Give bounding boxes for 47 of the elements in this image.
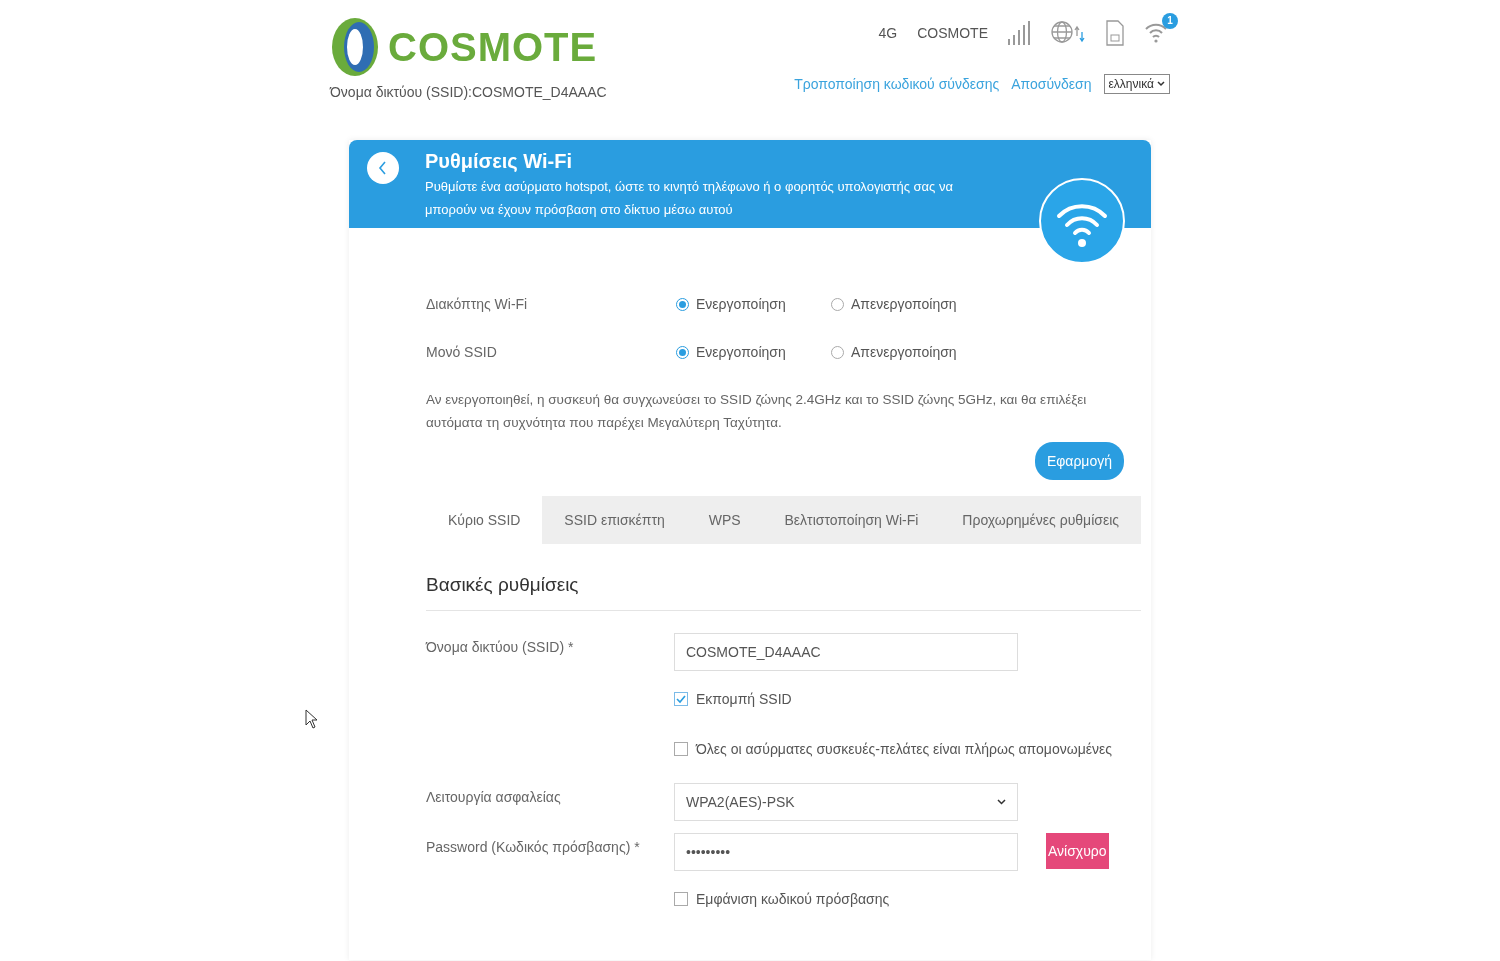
- radio-option[interactable]: Απενεργοποίηση: [831, 296, 986, 312]
- option-label: Ενεργοποίηση: [696, 296, 786, 312]
- notification-badge: 1: [1162, 12, 1178, 29]
- language-dropdown[interactable]: ελληνικά: [1103, 74, 1170, 94]
- logo-icon: [330, 16, 380, 78]
- checkbox-label: Όλες οι ασύρματες συσκευές-πελάτες είναι πλήρως απομονωμένες: [696, 741, 1112, 757]
- field-label: Όνομα δικτύου (SSID) *: [426, 638, 575, 655]
- tab[interactable]: SSID επισκέπτη: [542, 496, 687, 544]
- checkbox[interactable]: [674, 692, 688, 706]
- info-text: Αν ενεργοποιηθεί, η συσκευή θα συγχωνεύσει το SSID ζώνης 2.4GHz και το SSID ζώνης 5GHz, και θα επιλέξει αυτόματα τη συχνότητα που παρέχει Μεγαλύτερη Ταχύτητα.: [426, 391, 1088, 432]
- checkbox-label: Εμφάνιση κωδικού πρόσβασης: [696, 891, 890, 907]
- checkbox[interactable]: [674, 892, 688, 906]
- sim-card-icon: [1106, 20, 1124, 46]
- ssid-text: Όνομα δικτύου (SSID):COSMOTE_D4AAAC: [330, 84, 607, 100]
- back-button[interactable]: [367, 152, 399, 184]
- signal-icon: [1008, 21, 1030, 45]
- tab[interactable]: Κύριο SSID: [426, 496, 543, 544]
- password-input-field[interactable]: •••••••••: [674, 833, 1018, 871]
- radio-option[interactable]: Ενεργοποίηση: [676, 344, 831, 360]
- chevron-left-icon: [378, 160, 388, 176]
- operator-name: COSMOTE: [917, 25, 988, 41]
- tab[interactable]: WPS: [686, 496, 763, 544]
- radio-option[interactable]: Ενεργοποίηση: [676, 296, 831, 312]
- setting-label: Μονό SSID: [426, 344, 498, 360]
- globe-icon: [1050, 20, 1086, 46]
- security-dropdown[interactable]: WPA2(AES)-PSK: [674, 783, 1018, 821]
- setting-label: Διακόπτης Wi-Fi: [426, 296, 529, 312]
- option-label: Απενεργοποίηση: [851, 296, 957, 312]
- chevron-down-icon: [997, 799, 1006, 805]
- ssid-input-field[interactable]: COSMOTE_D4AAAC: [674, 633, 1018, 671]
- option-label: Απενεργοποίηση: [851, 344, 957, 360]
- section-heading: Βασικές ρυθμίσεις: [426, 544, 1141, 611]
- logo-text: COSMOTE: [388, 24, 598, 70]
- checkbox-label: Εκπομπή SSID: [696, 691, 792, 707]
- field-label: Λειτουργία ασφαλείας: [426, 788, 562, 805]
- page-title: Ρυθμίσεις Wi-Fi: [425, 150, 573, 173]
- mouse-cursor-icon: [305, 709, 317, 729]
- tab[interactable]: Βελτιστοποίηση Wi-Fi: [762, 496, 941, 544]
- field-label: Password (Κωδικός πρόσβασης) *: [426, 838, 641, 855]
- strength-indicator: Ανίσχυρο: [1046, 833, 1109, 869]
- checkbox[interactable]: [674, 742, 688, 756]
- radio-option[interactable]: Απενεργοποίηση: [831, 344, 986, 360]
- tab[interactable]: Προχωρημένες ρυθμίσεις: [940, 496, 1141, 544]
- chevron-down-icon: [1157, 81, 1165, 87]
- network-type: 4G: [878, 25, 898, 41]
- page-description: Ρυθμίστε ένα ασύρματο hotspot, ώστε το κινητό τηλέφωνο ή ο φορητός υπολογιστής σας να μπορούν να έχουν πρόσβαση στο δίκτυο μέσω αυτού: [425, 178, 954, 219]
- option-label: Ενεργοποίηση: [696, 344, 786, 360]
